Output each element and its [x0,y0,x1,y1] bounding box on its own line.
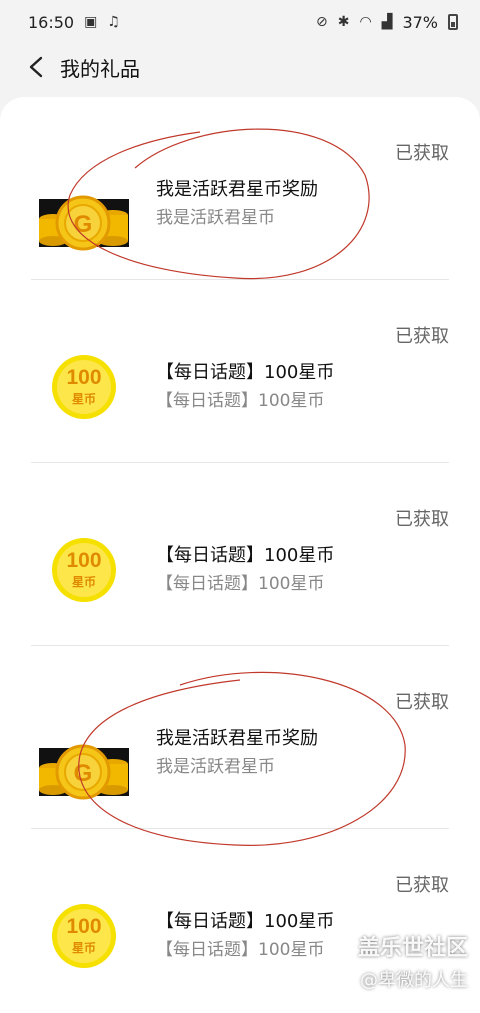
signal-icon: ▟ [381,14,393,30]
gift-status: 已获取 [395,143,449,164]
page-header: 我的礼品 [0,44,480,90]
coin-amount: 100 [66,549,102,572]
svg-text:G: G [74,211,93,238]
gift-subtitle: 我是活跃君星币 [156,757,275,777]
gift-status: 已获取 [395,326,449,347]
status-time: 16:50 [28,12,75,32]
gift-subtitle: 【每日话题】100星币 [156,940,325,960]
coin-unit: 星币 [71,941,96,955]
gift-subtitle: 【每日话题】100星币 [156,391,325,411]
coin-unit: 星币 [71,392,96,406]
gift-status: 已获取 [395,692,449,713]
gift-list: 已获取 G 我是活跃君星币奖励 我是活跃君星币 已获取 100 星币 【每日话题… [0,97,480,1013]
gift-title: 我是活跃君星币奖励 [156,728,318,749]
battery-icon [448,14,458,30]
chevron-left-icon [29,56,43,78]
svg-text:G: G [74,760,93,787]
gold-coin-stack-icon: G [39,193,129,253]
watermark-brand: 盖乐世社区 [357,936,468,961]
status-bar: 16:50 ▣ ♫ ⊘ ✱ ◠ ▟ 37% [0,0,480,44]
star-coin-100-icon: 100 星币 [51,903,117,969]
gallery-icon: ▣ [84,14,98,30]
gift-subtitle: 【每日话题】100星币 [156,574,325,594]
music-note-icon: ♫ [107,14,120,30]
gift-item[interactable]: 已获取 G 我是活跃君星币奖励 我是活跃君星币 [31,646,449,829]
watermark: 盖乐世社区 @卑微的人生 [358,930,468,992]
bluetooth-icon: ✱ [337,14,350,30]
battery-percent: 37% [402,12,438,32]
mute-icon: ⊘ [315,14,328,30]
gift-title: 我是活跃君星币奖励 [156,179,318,200]
watermark-user: @卑微的人生 [360,970,468,991]
status-right: ⊘ ✱ ◠ ▟ 37% [316,13,458,32]
gift-subtitle: 我是活跃君星币 [156,208,275,228]
gift-item[interactable]: 已获取 100 星币 【每日话题】100星币 【每日话题】100星币 [31,463,449,646]
gift-title: 【每日话题】100星币 [156,362,335,383]
gold-coin-stack-icon: G [39,742,129,802]
star-coin-100-icon: 100 星币 [51,354,117,420]
coin-amount: 100 [66,915,102,938]
gift-item[interactable]: 已获取 G 我是活跃君星币奖励 我是活跃君星币 [31,97,449,280]
gift-title: 【每日话题】100星币 [156,911,335,932]
back-button[interactable] [14,45,58,89]
coin-unit: 星币 [71,575,96,589]
page-title: 我的礼品 [60,56,140,81]
gift-status: 已获取 [395,509,449,530]
gift-status: 已获取 [395,875,449,896]
gift-title: 【每日话题】100星币 [156,545,335,566]
gift-item[interactable]: 已获取 100 星币 【每日话题】100星币 【每日话题】100星币 [31,280,449,463]
star-coin-100-icon: 100 星币 [51,537,117,603]
status-left: 16:50 ▣ ♫ [28,13,120,32]
coin-amount: 100 [66,366,102,389]
wifi-icon: ◠ [359,14,372,30]
